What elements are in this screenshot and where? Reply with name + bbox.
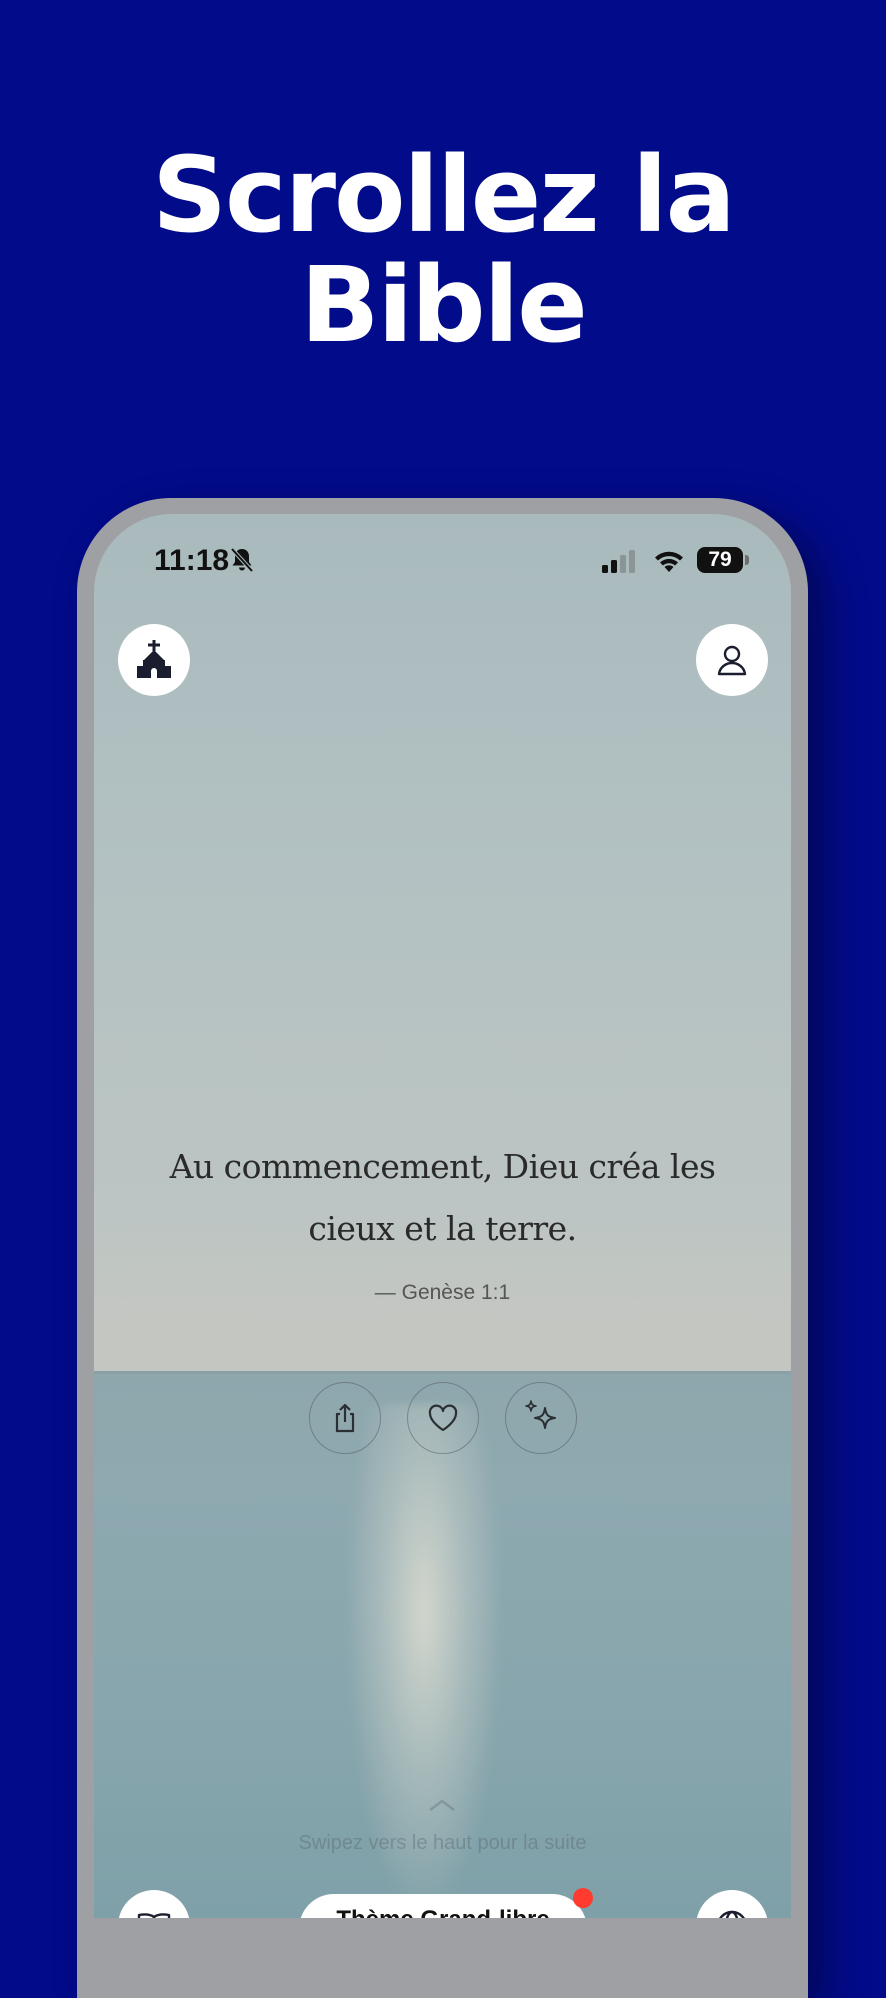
share-button[interactable] [309, 1382, 381, 1454]
wifi-icon [655, 551, 683, 572]
share-icon [335, 1403, 355, 1433]
church-button[interactable] [118, 624, 190, 696]
battery-tip [745, 555, 749, 565]
verse-reference: — Genèse 1:1 [374, 1281, 511, 1304]
headline-line-2: Bible [300, 244, 588, 366]
profile-button[interactable] [696, 624, 768, 696]
chevron-up-icon [429, 1799, 455, 1811]
bell-off-icon [230, 547, 254, 573]
person-icon [717, 645, 747, 676]
battery-indicator: 79 [697, 547, 743, 573]
church-icon [137, 640, 171, 678]
theme-pill-button[interactable]: Thème Grand-libre [299, 1894, 587, 1918]
headline: Scrollez la Bible [0, 140, 886, 360]
heart-icon [428, 1404, 458, 1432]
status-time: 11:18 [154, 544, 230, 577]
book-icon [137, 1913, 171, 1918]
headline-line-1: Scrollez la [152, 134, 736, 256]
horizon-line [94, 1371, 791, 1374]
notification-dot [573, 1888, 593, 1908]
globe-icon [719, 1910, 745, 1918]
verse-text: Au commencement, Dieu créa les cieux et … [169, 1147, 716, 1248]
sparkles-icon [525, 1400, 556, 1429]
phone-screen: 11:18 79 Au commencement, Dieu créa les … [94, 514, 791, 1918]
ai-explain-button[interactable] [505, 1382, 577, 1454]
signal-icon [602, 550, 635, 573]
swipe-hint: Swipez vers le haut pour la suite [298, 1832, 587, 1854]
like-button[interactable] [407, 1382, 479, 1454]
